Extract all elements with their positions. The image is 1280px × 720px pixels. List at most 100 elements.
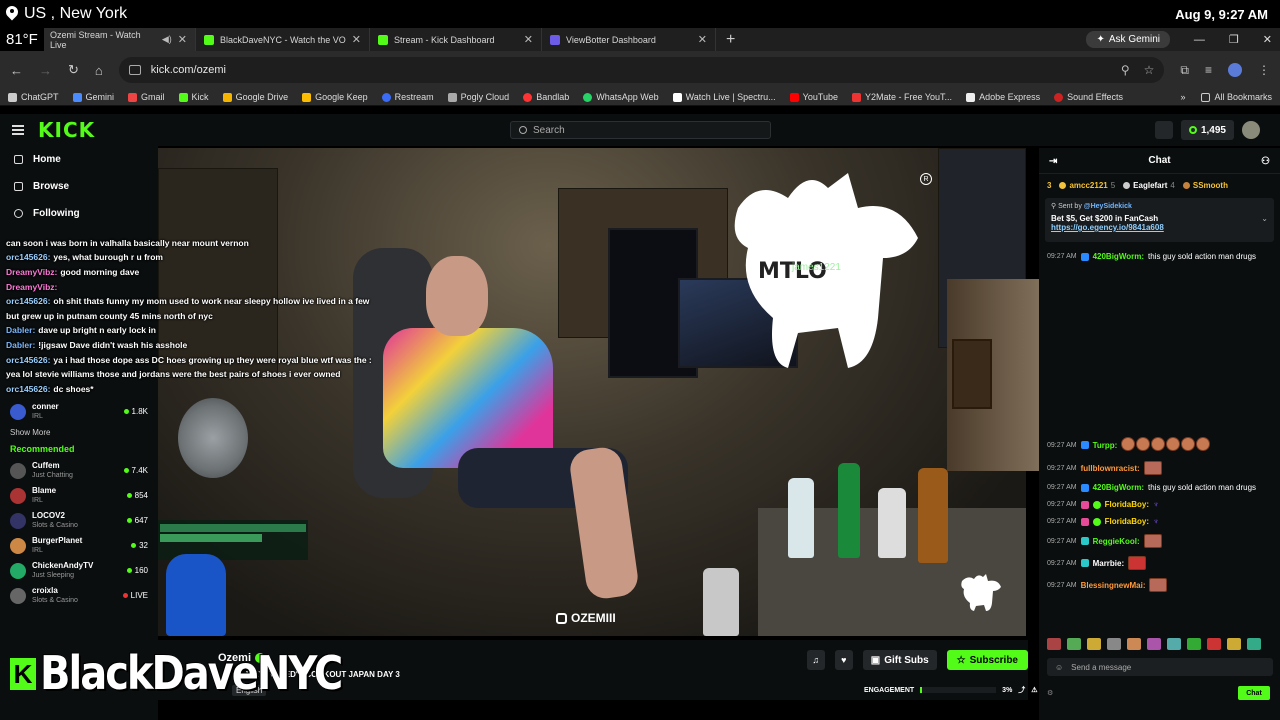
emote-icon[interactable] <box>1127 638 1141 650</box>
emote-icon[interactable] <box>1227 638 1241 650</box>
recommended-channel[interactable]: ChickenAndyTV Just Sleeping 160 <box>0 558 158 583</box>
notification-bell-icon[interactable]: ♫ <box>806 650 825 670</box>
bookmark-item[interactable]: Bandlab <box>523 92 569 102</box>
chat-message-input[interactable]: ☺ Send a message <box>1047 658 1273 676</box>
close-icon[interactable]: ✕ <box>352 33 361 46</box>
send-chat-button[interactable]: Chat <box>1238 686 1270 700</box>
speaker-icon[interactable]: ◀) <box>162 34 172 45</box>
gift-subs-button[interactable]: ▣ Gift Subs <box>862 650 937 670</box>
chevron-right-icon[interactable]: » <box>1180 92 1185 102</box>
close-window-icon[interactable]: ✕ <box>1263 33 1272 46</box>
bookmark-item[interactable]: Kick <box>178 92 209 102</box>
report-icon[interactable]: ⚠ <box>1031 686 1037 694</box>
bookmark-item[interactable]: WhatsApp Web <box>583 92 659 102</box>
bookmark-item[interactable]: Gemini <box>72 92 114 102</box>
message-user[interactable]: Marrbie: <box>1093 559 1125 568</box>
leaderboard-item[interactable]: 3 <box>1047 181 1051 190</box>
emote-icon[interactable] <box>1147 638 1161 650</box>
user-avatar[interactable] <box>1242 121 1260 139</box>
chat-users-icon[interactable]: ⚇ <box>1261 156 1270 167</box>
message-user[interactable]: FloridaBoy: <box>1105 500 1149 509</box>
hamburger-menu-icon[interactable] <box>12 125 24 135</box>
library-icon[interactable] <box>1154 121 1173 139</box>
extensions-icon[interactable]: ⧉ <box>1180 63 1189 78</box>
chevron-down-icon[interactable]: ⌄ <box>1261 214 1268 223</box>
nav-following[interactable]: Following <box>0 200 158 227</box>
close-icon[interactable]: ✕ <box>524 33 533 46</box>
emote-icon[interactable] <box>1247 638 1261 650</box>
url-input[interactable]: kick.com/ozemi ⚲ ☆ <box>118 57 1165 83</box>
new-tab-button[interactable]: + <box>716 31 745 49</box>
leaderboard-item[interactable]: Eaglefart 4 <box>1123 181 1175 190</box>
media-icon[interactable]: ≡ <box>1205 63 1212 77</box>
close-icon[interactable]: ✕ <box>178 33 187 46</box>
message-user[interactable]: FloridaBoy: <box>1105 517 1149 526</box>
nav-home[interactable]: Home <box>0 146 158 173</box>
bookmark-item[interactable]: Sound Effects <box>1054 92 1123 102</box>
bookmark-item[interactable]: Adobe Express <box>966 92 1040 102</box>
all-bookmarks-button[interactable]: All Bookmarks <box>1201 92 1272 102</box>
message-user[interactable]: Turpp: <box>1093 441 1118 450</box>
star-sub-icon: ☆ <box>956 654 966 666</box>
close-icon[interactable]: ✕ <box>698 33 707 46</box>
nav-browse[interactable]: Browse <box>0 173 158 200</box>
emote-icon[interactable] <box>1187 638 1201 650</box>
bookmark-item[interactable]: YouTube <box>789 92 838 102</box>
emote-icon[interactable] <box>1047 638 1061 650</box>
ask-gemini-button[interactable]: ✦ Ask Gemini <box>1086 31 1170 48</box>
message-user[interactable]: fullblownracist: <box>1081 464 1140 473</box>
reload-icon[interactable]: ↻ <box>68 62 79 78</box>
emote-icon[interactable] <box>1067 638 1081 650</box>
restore-icon[interactable]: ❐ <box>1229 33 1239 46</box>
bookmark-item[interactable]: Restream <box>381 92 434 102</box>
bookmark-item[interactable]: Watch Live | Spectru... <box>672 92 776 102</box>
emote-icon[interactable] <box>1207 638 1221 650</box>
back-icon[interactable]: ← <box>10 63 23 78</box>
emote-icon[interactable] <box>1167 638 1181 650</box>
message-user[interactable]: 420BigWorm: <box>1093 483 1144 492</box>
bookmark-item[interactable]: Y2Mate - Free YouT... <box>852 92 952 102</box>
home-icon[interactable]: ⌂ <box>95 63 103 78</box>
tab-viewbotter[interactable]: ViewBotter Dashboard ✕ <box>542 28 716 51</box>
site-info-icon[interactable] <box>128 65 141 75</box>
tab-blackdave[interactable]: BlackDaveNYC - Watch the VO ✕ <box>196 28 370 51</box>
recommended-channel[interactable]: croixla Slots & Casino LIVE <box>0 583 158 608</box>
tab-kick-dashboard[interactable]: Stream - Kick Dashboard ✕ <box>370 28 542 51</box>
kick-logo[interactable]: KICK <box>38 118 95 142</box>
star-icon[interactable]: ☆ <box>1144 63 1155 77</box>
subscribe-button[interactable]: ☆ Subscribe <box>946 650 1028 670</box>
follow-heart-icon[interactable]: ♥ <box>834 650 853 670</box>
bookmark-item[interactable]: Pogly Cloud <box>447 92 509 102</box>
pinned-link[interactable]: https://go.egency.io/9841a608 <box>1051 223 1268 232</box>
emote-picker-icon[interactable]: ☺ <box>1055 663 1063 672</box>
forward-icon[interactable]: → <box>39 63 52 78</box>
recommended-channel[interactable]: Blame IRL 854 <box>0 483 158 508</box>
message-user[interactable]: ReggieKool: <box>1093 537 1140 546</box>
bookmark-item[interactable]: Gmail <box>128 92 165 102</box>
bookmark-item[interactable]: Google Keep <box>302 92 368 102</box>
zoom-icon[interactable]: ⚲ <box>1121 63 1130 77</box>
message-user[interactable]: BlessingnewMai: <box>1081 581 1146 590</box>
bookmark-item[interactable]: ChatGPT <box>8 92 59 102</box>
recommended-channel[interactable]: LOCOV2 Slots & Casino 647 <box>0 508 158 533</box>
search-input[interactable]: Search <box>510 121 771 139</box>
pinned-message[interactable]: ⚲ Sent by @HeySidekick Bet $5, Get $200 … <box>1045 198 1274 242</box>
settings-icon[interactable]: ⚙ <box>1047 689 1053 697</box>
collapse-chat-icon[interactable]: ⇥ <box>1049 156 1057 167</box>
recommended-channel[interactable]: BurgerPlanet IRL 32 <box>0 533 158 558</box>
show-more-link[interactable]: Show More <box>0 424 158 440</box>
recommended-channel[interactable]: Cuffem Just Chatting 7.4K <box>0 458 158 483</box>
channel-info: croixla Slots & Casino <box>32 586 117 606</box>
following-channel[interactable]: conner IRL 1.8K <box>0 399 158 424</box>
leaderboard-item[interactable]: amcc2121 5 <box>1059 181 1115 190</box>
emote-icon[interactable] <box>1087 638 1101 650</box>
bookmark-item[interactable]: Google Drive <box>222 92 288 102</box>
emote-icon[interactable] <box>1107 638 1121 650</box>
points-badge[interactable]: 1,495 <box>1180 120 1234 140</box>
profile-avatar[interactable] <box>1228 63 1242 77</box>
menu-icon[interactable]: ⋮ <box>1258 63 1270 77</box>
message-user[interactable]: 420BigWorm: <box>1093 252 1144 261</box>
share-icon[interactable]: ⤴ <box>1018 685 1025 695</box>
leaderboard-item[interactable]: SSmooth <box>1182 181 1228 190</box>
minimize-icon[interactable]: — <box>1194 34 1205 46</box>
